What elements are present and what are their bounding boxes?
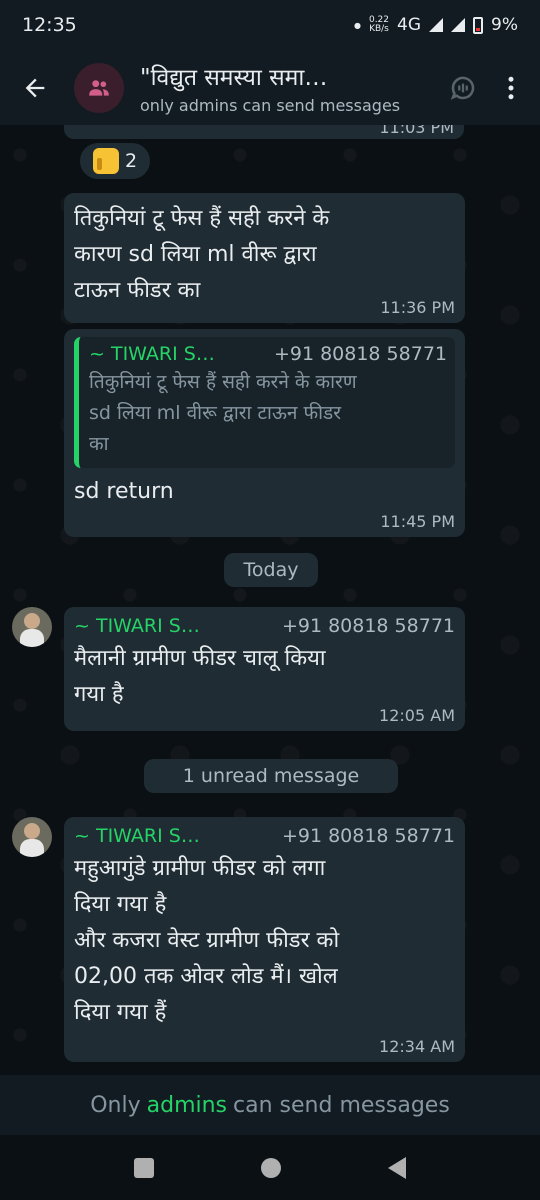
quote-sender-row: ~ TIWARI S… +91 80818 58771 <box>89 343 447 365</box>
quoted-message[interactable]: ~ TIWARI S… +91 80818 58771 तिकुनियां टू… <box>74 337 455 468</box>
footer-suffix: can send messages <box>233 1092 450 1118</box>
notification-dot-icon: ● <box>353 20 361 30</box>
message-time: 12:34 AM <box>379 1037 455 1056</box>
message-text: sd return <box>74 479 174 504</box>
message-text: महुआगुंडे ग्रामीण फीडर को लगा दिया गया ह… <box>74 856 340 1025</box>
quote-sender-name: ~ TIWARI S… <box>89 343 215 365</box>
status-icons: ● 0.22 KB/s 4G 9% <box>354 15 518 35</box>
recents-icon[interactable] <box>133 1157 154 1178</box>
group-title: "विद्युत समस्या समा… <box>140 65 328 91</box>
admins-link[interactable]: admins <box>147 1093 227 1118</box>
message-list[interactable]: 11:03 PM 2 तिकुनियां टू फेस हैं सही करने… <box>0 125 540 1075</box>
clock: 12:35 <box>22 14 77 36</box>
more-options-icon[interactable] <box>496 73 526 103</box>
arrow-left-icon <box>25 78 45 97</box>
group-icon <box>89 79 109 96</box>
message-time: 12:05 AM <box>379 706 455 725</box>
sender-name[interactable]: ~ TIWARI S… <box>74 825 200 847</box>
message-time: 11:36 PM <box>380 298 455 317</box>
battery-icon <box>473 16 484 34</box>
sender-phone: +91 80818 58771 <box>281 825 455 847</box>
quote-text: तिकुनियां टू फेस हैं सही करने के कारण sd… <box>89 371 357 455</box>
battery-level: 9% <box>491 15 518 35</box>
sender-name[interactable]: ~ TIWARI S… <box>74 615 200 637</box>
message-bubble-previous[interactable]: 11:03 PM <box>64 125 464 139</box>
signal-icon <box>429 18 444 32</box>
date-divider: Today <box>224 553 318 587</box>
message-text: मैलानी ग्रामीण फीडर चालू किया गया है <box>74 646 326 707</box>
message-text: तिकुनियां टू फेस हैं सही करने के कारण sd… <box>74 206 330 303</box>
sender-avatar[interactable] <box>12 607 52 647</box>
thumbs-up-icon <box>92 148 119 174</box>
chat-title-block[interactable]: "विद्युत समस्या समा… only admins can sen… <box>140 60 430 115</box>
reaction-badge[interactable]: 2 <box>78 141 152 181</box>
header-actions <box>448 50 526 125</box>
system-nav-bar <box>0 1135 540 1200</box>
group-subtitle: only admins can send messages <box>140 96 401 115</box>
back-button[interactable] <box>0 50 70 125</box>
sender-phone: +91 80818 58771 <box>281 615 455 637</box>
message-time: 11:03 PM <box>379 125 454 137</box>
message-bubble-reply[interactable]: ~ TIWARI S… +91 80818 58771 तिकुनियां टू… <box>64 329 465 537</box>
network-speed: 0.22 KB/s <box>369 16 389 34</box>
sender-row: ~ TIWARI S… +91 80818 58771 <box>74 615 455 637</box>
status-bar: 12:35 ● 0.22 KB/s 4G 9% <box>0 0 540 50</box>
sender-avatar[interactable] <box>12 817 52 857</box>
reaction-count: 2 <box>124 150 138 172</box>
home-icon[interactable] <box>260 1157 281 1178</box>
back-triangle-icon[interactable] <box>388 1156 407 1179</box>
group-avatar[interactable] <box>74 62 124 113</box>
network-type: 4G <box>397 15 422 35</box>
message-time: 11:45 PM <box>380 512 455 531</box>
quote-sender-phone: +91 80818 58771 <box>273 343 447 365</box>
network-speed-unit: KB/s <box>369 24 389 34</box>
unread-divider: 1 unread message <box>144 759 398 793</box>
voice-chat-icon[interactable] <box>448 73 478 103</box>
footer-prefix: Only <box>90 1092 141 1118</box>
sender-row: ~ TIWARI S… +91 80818 58771 <box>74 825 455 847</box>
chat-header: "विद्युत समस्या समा… only admins can sen… <box>0 50 540 125</box>
message-bubble[interactable]: ~ TIWARI S… +91 80818 58771 महुआगुंडे ग्… <box>64 817 465 1062</box>
message-bubble[interactable]: तिकुनियां टू फेस हैं सही करने के कारण sd… <box>64 193 465 323</box>
signal-icon-2 <box>451 18 466 32</box>
admin-only-footer: Only admins can send messages <box>0 1075 540 1135</box>
message-bubble[interactable]: ~ TIWARI S… +91 80818 58771 मैलानी ग्राम… <box>64 607 465 731</box>
